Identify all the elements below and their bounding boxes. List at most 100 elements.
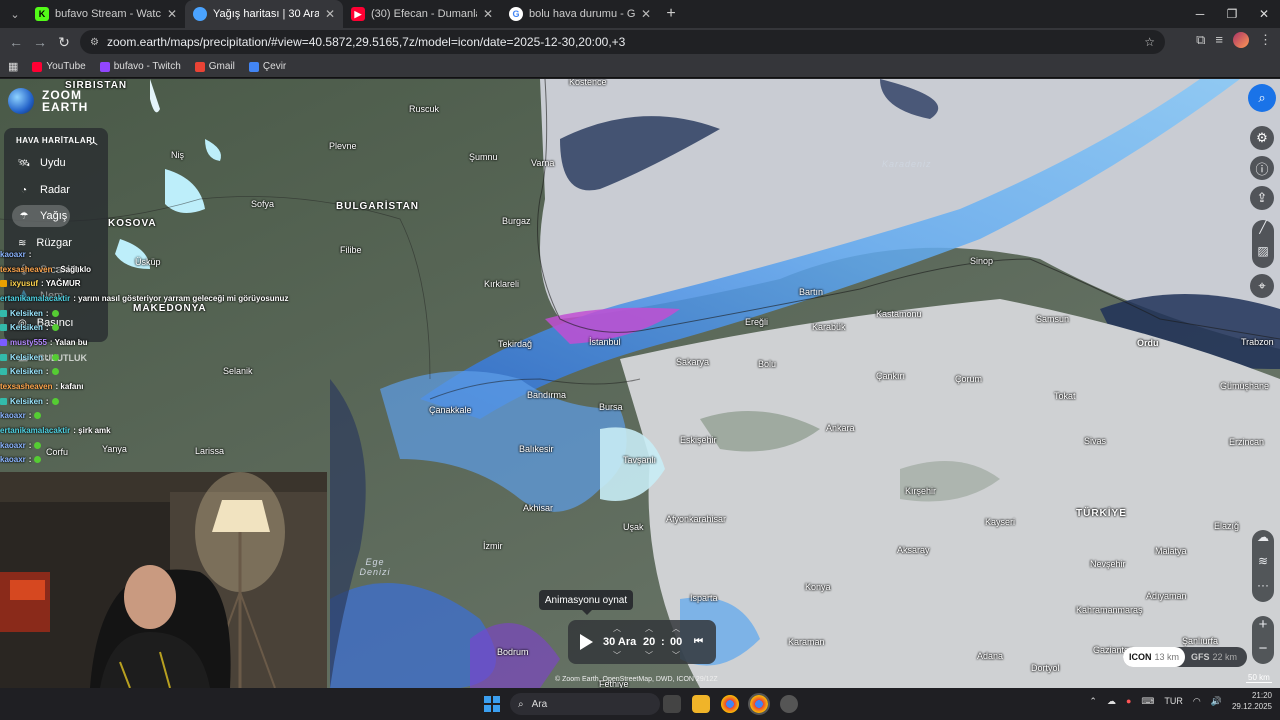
- restore-icon[interactable]: ❐: [1216, 0, 1248, 28]
- city-label: Trabzon: [1241, 337, 1274, 347]
- city-label: Kırşehir: [905, 486, 937, 496]
- layer-label: Yağış: [40, 210, 68, 222]
- model-name: GFS: [1191, 652, 1210, 662]
- bookmark-gmail[interactable]: Gmail: [194, 61, 235, 72]
- chevron-up-icon[interactable]: ⌃: [1089, 696, 1097, 707]
- more-icon[interactable]: ···: [1252, 578, 1274, 602]
- file-explorer-icon[interactable]: [692, 695, 710, 713]
- keyboard-icon[interactable]: ⌨: [1141, 696, 1154, 707]
- model-gfs-button[interactable]: GFS 22 km: [1185, 647, 1243, 667]
- city-label: Şanlıurfa: [1182, 636, 1219, 646]
- bookmark-twitch[interactable]: bufavo - Twitch: [99, 61, 181, 72]
- close-icon[interactable]: ✕: [483, 7, 493, 21]
- apps-icon[interactable]: ▦: [8, 60, 18, 73]
- volume-icon[interactable]: 🔊: [1211, 696, 1222, 707]
- close-icon[interactable]: ✕: [641, 7, 651, 21]
- site-info-icon[interactable]: ⚙: [90, 37, 99, 48]
- language-indicator[interactable]: TUR: [1164, 696, 1183, 706]
- address-bar[interactable]: ⚙ zoom.earth/maps/precipitation/#view=40…: [80, 30, 1165, 54]
- close-window-icon[interactable]: ✕: [1248, 0, 1280, 28]
- map-attribution[interactable]: © Zoom Earth, OpenStreetMap, DWD, ICON 2…: [555, 676, 718, 683]
- wind-icon[interactable]: ≋: [1252, 554, 1274, 578]
- chat-user: ertanikamalacaktir: [0, 426, 71, 436]
- hour-field[interactable]: 20: [643, 636, 655, 648]
- layer-precipitation[interactable]: ☂ Yağış: [12, 205, 70, 227]
- date-down-icon[interactable]: ﹀: [613, 650, 621, 661]
- zoom-out-icon[interactable]: −: [1252, 640, 1274, 664]
- locate-button[interactable]: ⌖: [1250, 274, 1274, 298]
- profile-avatar[interactable]: [1233, 32, 1249, 48]
- system-tray: ⌃ ☁ ● ⌨ TUR ◠ 🔊 21:20 29.12.2025: [1089, 690, 1272, 712]
- chat-text: :: [45, 308, 49, 318]
- city-label: Adıyaman: [1146, 591, 1187, 601]
- play-icon[interactable]: [580, 634, 593, 650]
- menu-icon[interactable]: ⋮: [1259, 32, 1272, 48]
- network-icon[interactable]: ☁: [1107, 696, 1116, 707]
- settings-button[interactable]: ⚙: [1250, 126, 1274, 150]
- extensions-icon[interactable]: ⧉: [1196, 32, 1205, 48]
- minute-up-icon[interactable]: ︿: [672, 623, 680, 634]
- badge-icon: [0, 353, 7, 361]
- search-icon: ⌕: [1258, 90, 1266, 105]
- reload-icon[interactable]: ↻: [52, 34, 76, 51]
- hour-down-icon[interactable]: ﹀: [645, 650, 653, 661]
- tab-2[interactable]: ▶ (30) Efecan - Dumanla Bas Basa ✕: [343, 0, 501, 28]
- bookmark-star-icon[interactable]: ☆: [1144, 35, 1155, 49]
- wifi-icon[interactable]: ◠: [1193, 696, 1201, 707]
- chevron-up-icon[interactable]: ︿: [90, 136, 99, 147]
- zoom-earth-logo[interactable]: ZOOM EARTH: [8, 88, 88, 114]
- measure-icon[interactable]: ╱: [1252, 220, 1274, 244]
- emote-icon: [34, 456, 42, 464]
- task-view-icon[interactable]: [663, 695, 681, 713]
- bookmark-youtube[interactable]: YouTube: [32, 61, 86, 72]
- share-button[interactable]: ⇪: [1250, 186, 1274, 210]
- back-icon[interactable]: ←: [4, 34, 28, 50]
- hour-up-icon[interactable]: ︿: [645, 623, 653, 634]
- chrome-icon[interactable]: [721, 695, 739, 713]
- tab-1[interactable]: Yağış haritası | 30 Ara, 20:00 | 40 ✕: [185, 0, 343, 28]
- chrome-active-icon[interactable]: [748, 693, 770, 715]
- cloud-icon[interactable]: ☁: [1252, 530, 1274, 554]
- layer-radar[interactable]: ◔ Radar: [12, 179, 70, 201]
- chat-message: ertanikamalacaktir: şirk amk: [0, 423, 330, 438]
- skip-start-icon[interactable]: ⏮: [694, 636, 703, 647]
- bookmark-translate[interactable]: Çevir: [248, 61, 286, 72]
- taskbar-search[interactable]: ⌕ Ara: [510, 693, 660, 715]
- mic-icon[interactable]: ●: [1126, 696, 1131, 706]
- tab-0[interactable]: K bufavo Stream - Watch Live on ✕: [27, 0, 185, 28]
- app-icon[interactable]: [780, 695, 798, 713]
- country-label: BULGARİSTAN: [336, 201, 420, 212]
- minute-field[interactable]: 00: [670, 636, 682, 648]
- tab-search-icon[interactable]: ⌄: [3, 2, 27, 26]
- layer-satellite[interactable]: 🛰 Uydu: [12, 152, 70, 174]
- hatch-icon[interactable]: ▨: [1252, 244, 1274, 268]
- zoom-in-icon[interactable]: +: [1252, 616, 1274, 640]
- badge-icon: [0, 338, 7, 346]
- tab-title: (30) Efecan - Dumanla Bas Basa: [371, 8, 477, 20]
- chat-message: kaoaxr:: [0, 453, 330, 468]
- media-icon[interactable]: ≡: [1215, 32, 1223, 48]
- chat-message: texsasheaven: kafanı: [0, 379, 330, 394]
- new-tab-button[interactable]: +: [659, 5, 683, 23]
- model-icon-button[interactable]: ICON 13 km: [1123, 647, 1186, 667]
- clock[interactable]: 21:20 29.12.2025: [1232, 690, 1272, 712]
- windows-start-icon[interactable]: [484, 696, 500, 712]
- info-button[interactable]: ⓘ: [1250, 156, 1274, 180]
- tab-3[interactable]: G bolu hava durumu - Google'da ✕: [501, 0, 659, 28]
- minute-down-icon[interactable]: ﹀: [672, 650, 680, 661]
- translate-icon: [248, 61, 259, 72]
- city-label: Şumnu: [469, 152, 498, 162]
- city-label: Sofya: [251, 199, 275, 209]
- city-label: Filibe: [340, 245, 362, 255]
- close-icon[interactable]: ✕: [325, 7, 335, 21]
- minimize-icon[interactable]: ─: [1184, 0, 1216, 28]
- search-button[interactable]: ⌕: [1248, 84, 1276, 112]
- city-label: Aksaray: [897, 545, 930, 555]
- city-label: Akhisar: [523, 503, 554, 513]
- date-field[interactable]: 30 Ara: [603, 636, 636, 648]
- close-icon[interactable]: ✕: [167, 7, 177, 21]
- draw-tools: ╱ ▨: [1252, 220, 1274, 268]
- city-label: Çanakkale: [429, 405, 472, 415]
- date-up-icon[interactable]: ︿: [613, 623, 621, 634]
- forward-icon[interactable]: →: [28, 34, 52, 50]
